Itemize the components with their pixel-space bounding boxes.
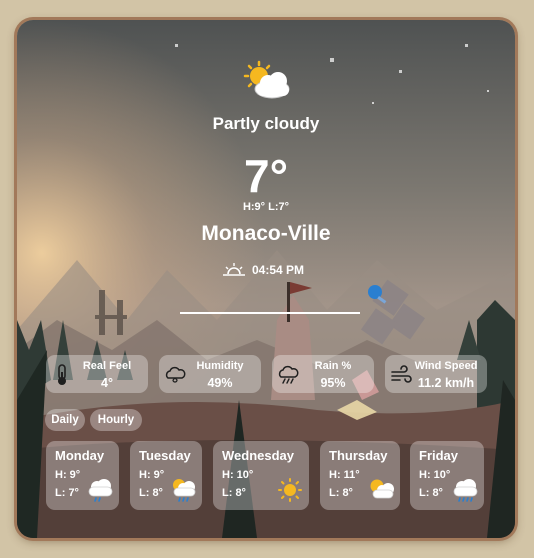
condition-text: Partly cloudy (212, 114, 320, 133)
forecast-day-name: Thursday (329, 448, 388, 463)
tab-daily[interactable]: Daily (45, 409, 85, 431)
stat-value: 11.2 km/h (417, 376, 475, 390)
stat-label: Real Feel (82, 360, 132, 372)
high-low-temperature: H:9° L:7° (242, 201, 290, 213)
forecast-low: L: 8° (329, 487, 353, 499)
forecast-low: L: 8° (139, 487, 163, 499)
stat-value: 49% (207, 376, 233, 390)
forecast-day-name: Friday (419, 448, 459, 463)
forecast-high: H: 9° (139, 469, 165, 481)
sun-cloud-rain-icon (173, 479, 196, 502)
forecast-high: H: 10° (222, 469, 254, 481)
rain-cloud-icon (88, 479, 113, 502)
partly-cloudy-icon (243, 60, 290, 99)
rain-cloud-icon (453, 479, 478, 502)
stat-label: Humidity (196, 360, 244, 372)
stat-value: 95% (320, 376, 346, 390)
stat-label: Wind Speed (414, 360, 478, 372)
forecast-high: H: 9° (55, 469, 81, 481)
stat-value: 4° (101, 376, 113, 390)
forecast-day-monday[interactable]: Monday H: 9° L: 7° (46, 441, 119, 510)
weather-card: Partly cloudy 7° H:9° L:7° Monaco-Ville … (17, 20, 515, 538)
forecast-day-name: Monday (55, 448, 105, 463)
forecast-day-thursday[interactable]: Thursday H: 11° L: 8° (320, 441, 400, 510)
stat-wind-speed: Wind Speed 11.2 km/h (385, 355, 487, 393)
forecast-low: L: 7° (55, 487, 79, 499)
sunset-time: 04:54 PM (252, 263, 305, 277)
current-temperature: 7° (244, 150, 288, 202)
forecast-day-name: Wednesday (222, 448, 295, 463)
stat-real-feel: Real Feel 4° (46, 355, 148, 393)
sun-icon (278, 478, 302, 502)
forecast-day-name: Tuesday (139, 448, 191, 463)
forecast-day-wednesday[interactable]: Wednesday H: 10° L: 8° (213, 441, 309, 510)
forecast-high: H: 11° (329, 469, 360, 481)
stat-label: Rain % (314, 360, 352, 372)
city-name: Monaco-Ville (201, 222, 331, 245)
stat-humidity: Humidity 49% (159, 355, 261, 393)
tab-hourly[interactable]: Hourly (90, 409, 142, 431)
forecast-high: H: 10° (419, 469, 451, 481)
divider (180, 312, 360, 314)
stat-rain: Rain % 95% (272, 355, 374, 393)
forecast-day-tuesday[interactable]: Tuesday H: 9° L: 8° (130, 441, 202, 510)
sunset-icon (223, 263, 245, 276)
partly-cloudy-icon (370, 479, 394, 499)
sunset-row: 04:54 PM (222, 262, 304, 278)
forecast-low: L: 8° (222, 487, 246, 499)
forecast-low: L: 8° (419, 487, 443, 499)
forecast-day-friday[interactable]: Friday H: 10° L: 8° (410, 441, 484, 510)
